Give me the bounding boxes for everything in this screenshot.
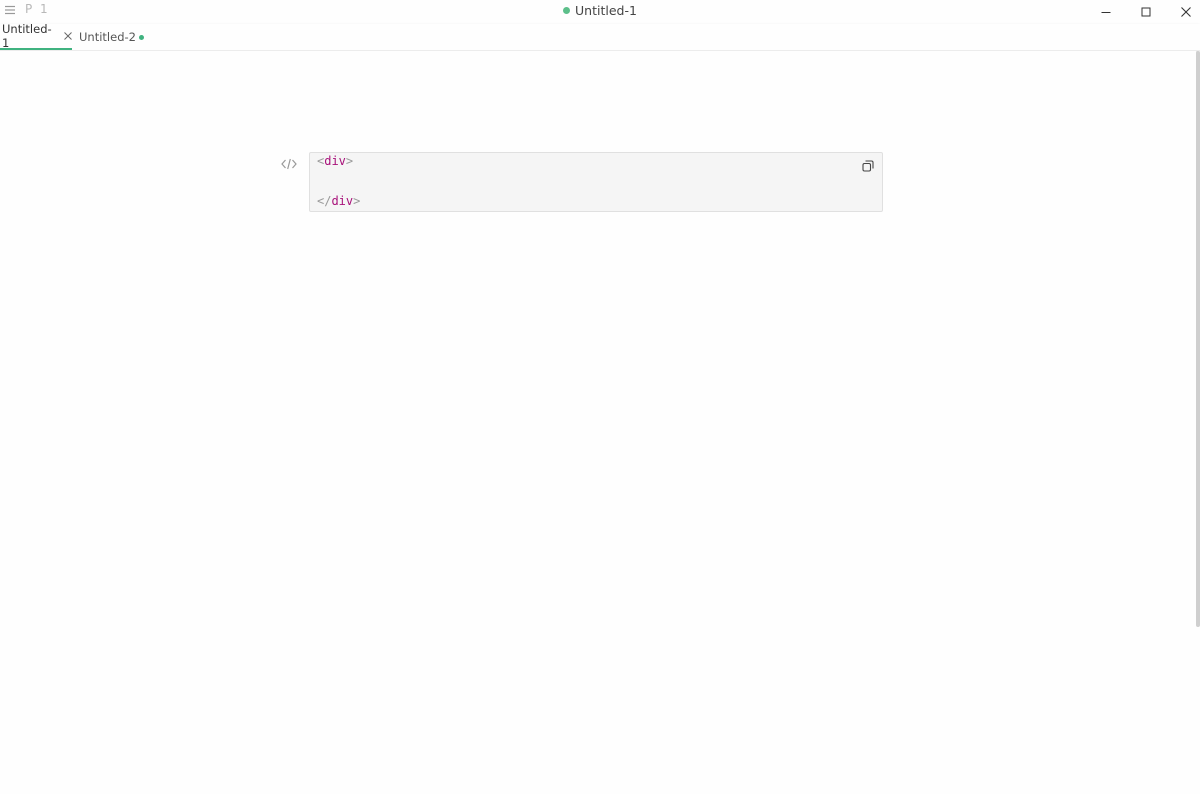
code-line[interactable]: <div> xyxy=(317,153,353,169)
code-block[interactable]: <div> </div> xyxy=(309,152,883,212)
saved-status-dot-icon xyxy=(563,7,571,14)
tab-untitled-1[interactable]: Untitled-1 xyxy=(0,22,72,50)
minimize-icon xyxy=(1101,12,1111,13)
code-punctuation: > xyxy=(353,194,361,208)
close-icon xyxy=(63,32,72,40)
maximize-button[interactable] xyxy=(1126,0,1166,24)
vertical-scrollbar[interactable] xyxy=(1196,51,1200,627)
code-line[interactable]: </div> xyxy=(317,193,360,209)
tab-close-button[interactable] xyxy=(63,32,72,41)
tab-bar: Untitled-1 Untitled-2 xyxy=(0,22,1200,51)
minimize-button[interactable] xyxy=(1086,0,1126,24)
code-tag-name: div xyxy=(331,194,354,208)
tab-label: Untitled-2 xyxy=(79,30,136,44)
title-bar: P 1 Untitled-1 xyxy=(0,0,1200,24)
code-tag-name: div xyxy=(324,154,346,168)
unsaved-indicator-icon xyxy=(138,34,144,40)
paragraph-indicator[interactable]: P 1 xyxy=(25,2,50,16)
maximize-icon xyxy=(1141,7,1151,17)
tab-untitled-2[interactable]: Untitled-2 xyxy=(76,24,144,50)
close-window-button[interactable] xyxy=(1166,0,1200,24)
close-icon xyxy=(1181,7,1191,17)
code-icon[interactable] xyxy=(281,155,297,170)
window-title: Untitled-1 xyxy=(0,3,1200,18)
copy-icon[interactable] xyxy=(862,160,874,172)
tab-label: Untitled-1 xyxy=(2,22,52,50)
code-punctuation: > xyxy=(345,154,354,168)
window-title-text: Untitled-1 xyxy=(575,3,637,18)
code-punctuation: </ xyxy=(317,194,332,208)
hamburger-menu-icon[interactable] xyxy=(4,4,16,16)
